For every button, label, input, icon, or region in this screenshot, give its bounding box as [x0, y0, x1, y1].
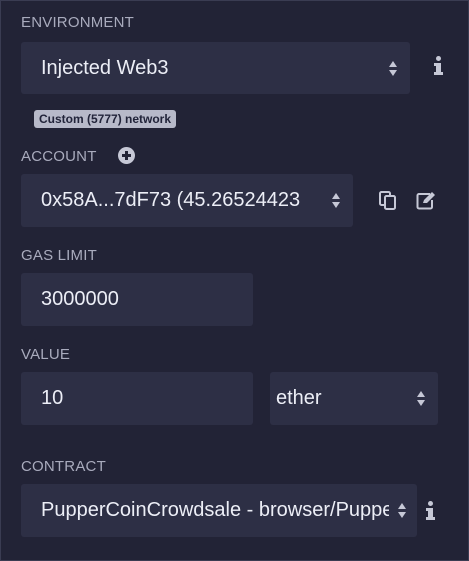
account-select[interactable]: 0x58A...7dF73 (45.26524423 — [21, 174, 353, 227]
network-badge: Custom (5777) network — [34, 110, 177, 128]
value-input[interactable]: 10 — [21, 372, 253, 425]
value-unit-select[interactable]: ether — [270, 372, 438, 425]
contract-select[interactable]: PupperCoinCrowdsale - browser/PupperCoin… — [21, 484, 417, 537]
environment-info-icon[interactable] — [433, 56, 445, 78]
copy-icon[interactable] — [379, 191, 397, 210]
value-unit: ether — [276, 387, 322, 409]
select-arrows-icon — [323, 193, 349, 208]
gas-limit-value: 3000000 — [41, 288, 119, 310]
environment-select[interactable]: Injected Web3 — [21, 42, 410, 94]
add-account-icon[interactable] — [118, 147, 135, 164]
account-select-value: 0x58A...7dF73 (45.26524423 — [41, 189, 301, 211]
select-arrows-icon — [389, 503, 415, 518]
value-amount: 10 — [41, 387, 64, 409]
select-arrows-icon — [408, 391, 434, 406]
edit-icon[interactable] — [416, 191, 436, 210]
gas-limit-label: GAS LIMIT — [21, 247, 97, 264]
value-label: VALUE — [21, 346, 71, 363]
contract-info-icon[interactable] — [425, 501, 437, 523]
select-arrows-icon — [380, 60, 406, 76]
contract-select-value: PupperCoinCrowdsale - browser/PupperCoin… — [41, 499, 389, 521]
run-panel: ENVIRONMENT Injected Web3 Custom (5777) … — [0, 0, 469, 561]
account-label: ACCOUNT — [21, 148, 97, 165]
environment-label: ENVIRONMENT — [21, 14, 135, 31]
gas-limit-input[interactable]: 3000000 — [21, 273, 253, 326]
contract-label: CONTRACT — [21, 458, 106, 475]
environment-select-value: Injected Web3 — [41, 56, 169, 79]
